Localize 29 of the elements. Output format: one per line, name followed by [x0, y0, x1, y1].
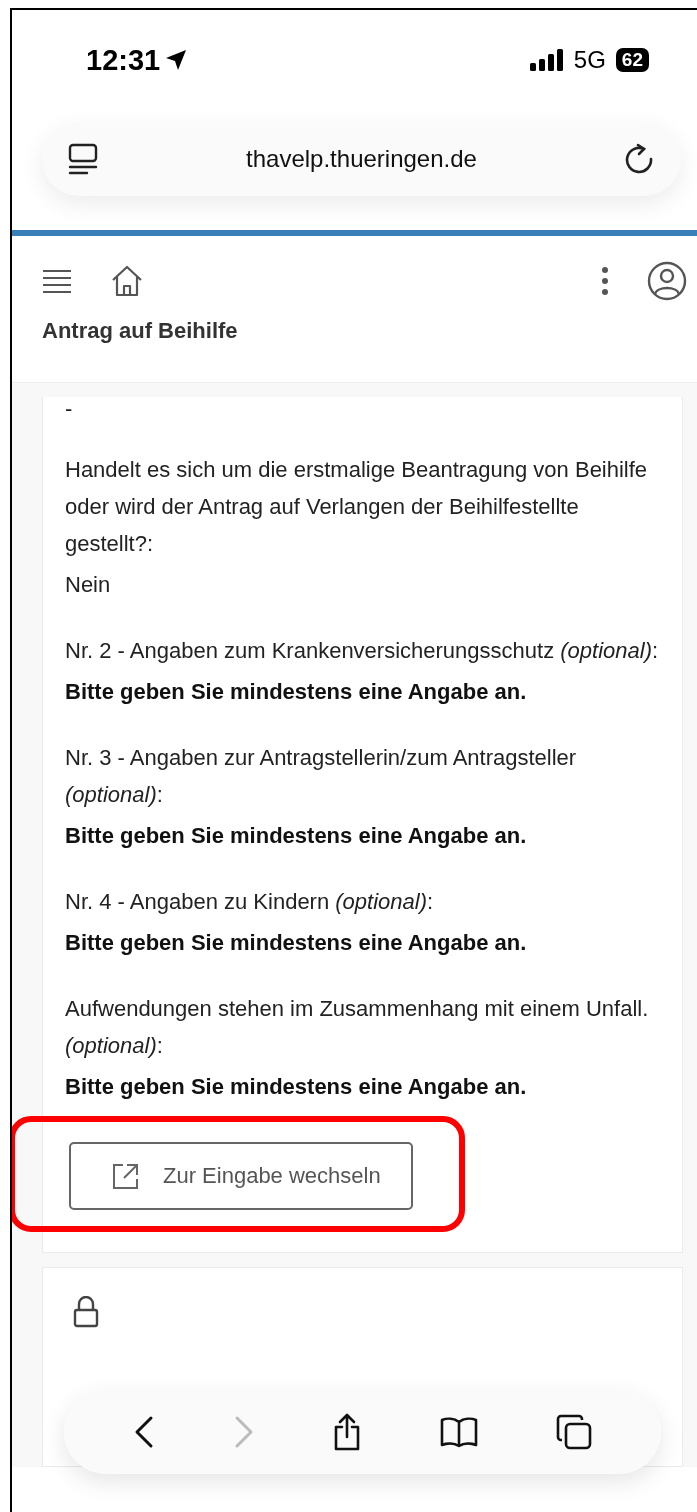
- field-label: Nr. 2 - Angaben zum Krankenversicherungsschutz (optional):: [65, 637, 660, 665]
- home-icon[interactable]: [110, 265, 144, 297]
- location-arrow-icon: [164, 48, 189, 72]
- field-value: Nein: [65, 571, 112, 599]
- network-label: 5G: [573, 46, 606, 74]
- notice-text: Bitte geben Sie mindestens eine Angabe an.: [65, 678, 528, 706]
- battery-indicator: 62: [615, 48, 649, 72]
- more-options-icon[interactable]: [601, 266, 609, 296]
- address-bar[interactable]: thavelp.thueringen.de: [42, 122, 681, 196]
- field-label: Handelt es sich um die erstmalige Beantragung von Beihilfe oder wird der Antrag auf Verlangen der Beihilfestellte gestellt?:: [65, 456, 649, 558]
- field-label: Aufwendungen stehen im Zusammenhang mit einem Unfall. (optional):: [65, 995, 650, 1060]
- notice-text: Bitte geben Sie mindestens eine Angabe an.: [65, 822, 528, 850]
- menu-icon[interactable]: [42, 269, 72, 293]
- notice-text: Bitte geben Sie mindestens eine Angabe an.: [65, 1073, 528, 1101]
- field-label: Nr. 3 - Angaben zur Antragstellerin/zum Antragsteller (optional):: [65, 744, 578, 809]
- account-icon[interactable]: [647, 261, 687, 301]
- notice-text: Bitte geben Sie mindestens eine Angabe an.: [65, 929, 528, 957]
- page-title: Antrag auf Beihilfe: [42, 318, 239, 344]
- url-text: thavelp.thueringen.de: [245, 145, 478, 173]
- field-label: Nr. 4 - Angaben zu Kindern (optional):: [65, 888, 435, 916]
- external-link-icon: [111, 1161, 141, 1191]
- status-time: 12:31: [86, 43, 161, 77]
- page-menu-icon[interactable]: [68, 143, 98, 175]
- bookmarks-icon[interactable]: [440, 1416, 479, 1448]
- field-value: -: [65, 397, 74, 421]
- reload-icon[interactable]: [625, 143, 655, 175]
- switch-to-input-button[interactable]: Zur Eingabe wechseln: [69, 1142, 413, 1210]
- signal-icon: [529, 49, 564, 71]
- tabs-icon[interactable]: [556, 1414, 593, 1450]
